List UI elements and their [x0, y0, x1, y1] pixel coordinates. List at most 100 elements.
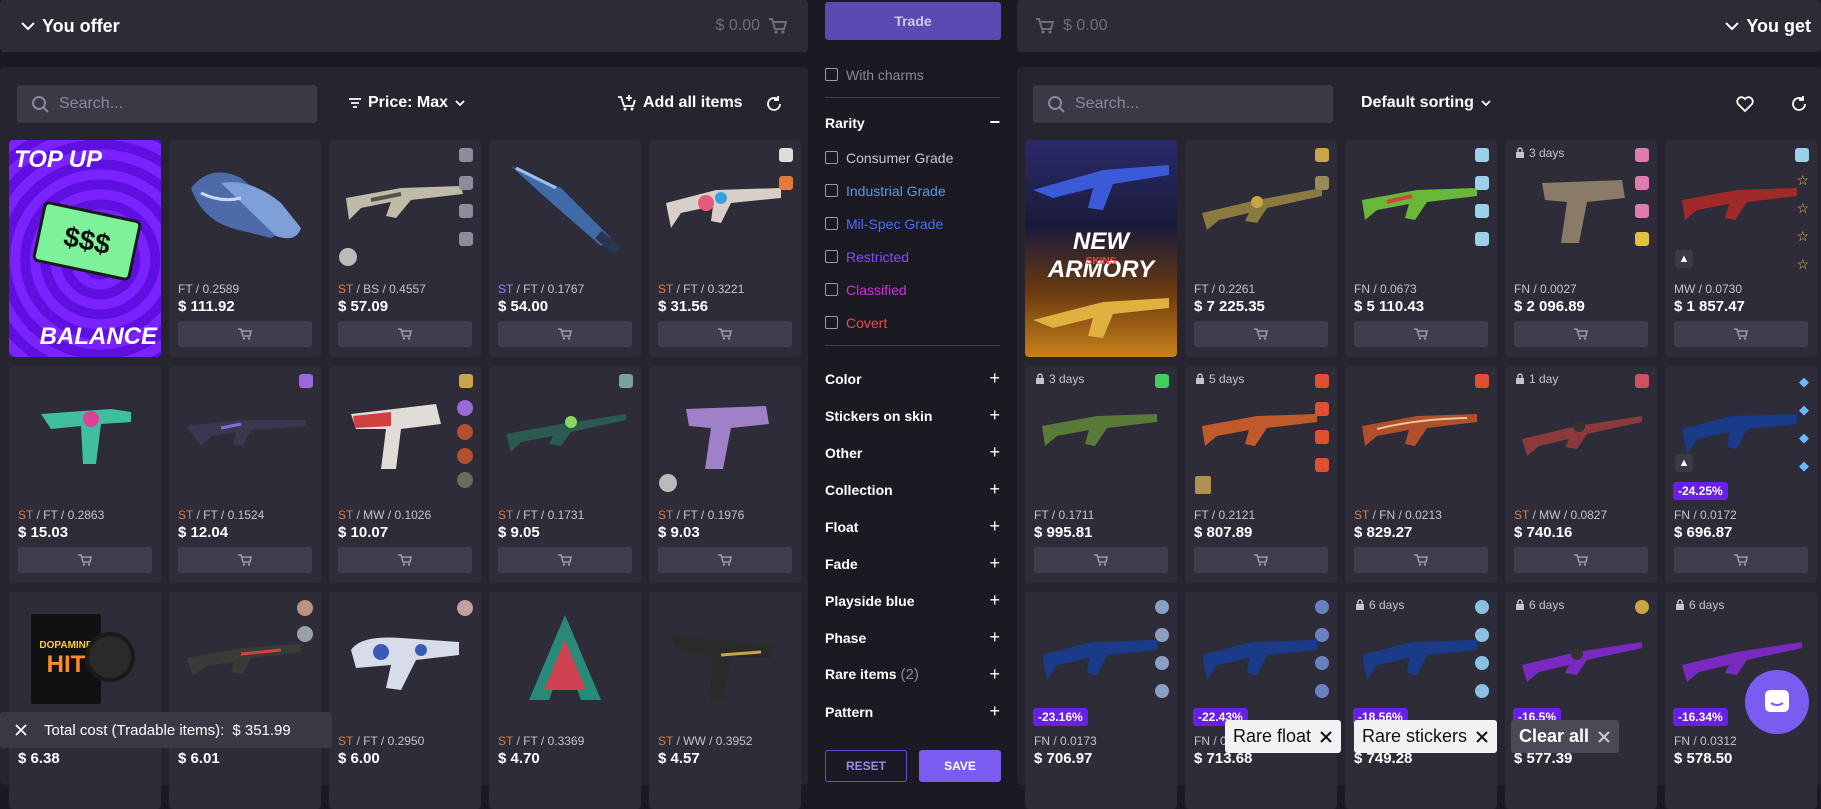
get-item-card[interactable]: ◆ ◆ ◆ ◆ ▲ -24.25% FN / 0.0172 $ 696.87: [1665, 366, 1817, 583]
get-item-card[interactable]: FN / 0.0673 $ 5 110.43: [1345, 140, 1497, 357]
get-item-card[interactable]: 3 days FT / 0.1711 $ 995.81: [1025, 366, 1177, 583]
filter-group-stickers[interactable]: Stickers on skin +: [810, 397, 1010, 434]
add-all-items-button[interactable]: Add all items: [617, 94, 743, 112]
offer-item-card[interactable]: ST / FT / 0.2950 $ 6.00: [329, 592, 481, 809]
sticker-icon: [457, 472, 473, 488]
offer-item-card[interactable]: ST / FT / 0.1524 $ 12.04: [169, 366, 321, 583]
close-icon[interactable]: [1475, 730, 1489, 744]
with-charms-checkbox[interactable]: With charms: [810, 58, 1010, 91]
get-item-card[interactable]: -22.43% FN / 0 $ 713.68: [1185, 592, 1337, 809]
offer-item-card[interactable]: ST / FT / 0.2863 $ 15.03: [9, 366, 161, 583]
rarity-industrial-checkbox[interactable]: Industrial Grade: [810, 174, 1010, 207]
offer-item-card[interactable]: ST / FT / 0.3369 $ 4.70: [489, 592, 641, 809]
support-chat-button[interactable]: [1745, 670, 1809, 734]
add-to-cart-button[interactable]: [1674, 321, 1808, 347]
add-to-cart-button[interactable]: [338, 321, 472, 347]
sticker-icon: [1315, 684, 1329, 698]
add-to-cart-button[interactable]: [498, 321, 632, 347]
add-to-cart-button[interactable]: [1514, 321, 1648, 347]
cart-icon: [558, 328, 572, 340]
get-item-card[interactable]: 6 days -16.5% $ 577.39: [1505, 592, 1657, 809]
close-icon[interactable]: [14, 723, 28, 737]
add-to-cart-button[interactable]: [1194, 547, 1328, 573]
filter-group-pattern[interactable]: Pattern +: [810, 693, 1010, 730]
get-item-card[interactable]: FT / 0.2261 $ 7 225.35: [1185, 140, 1337, 357]
rarity-restricted-checkbox[interactable]: Restricted: [810, 240, 1010, 273]
cart-icon: [1574, 328, 1588, 340]
offer-refresh-button[interactable]: [765, 95, 783, 118]
offer-search-input[interactable]: Search...: [17, 85, 317, 123]
item-wear: FN / 0.0673: [1354, 282, 1417, 296]
offer-item-card[interactable]: ST / FT / 0.3221 $ 31.56: [649, 140, 801, 357]
item-price: $ 6.01: [178, 750, 220, 767]
add-to-cart-button[interactable]: [658, 321, 792, 347]
get-item-card[interactable]: ST / FN / 0.0213 $ 829.27: [1345, 366, 1497, 583]
reset-button[interactable]: RESET: [825, 750, 907, 782]
filter-group-phase[interactable]: Phase +: [810, 619, 1010, 656]
chip-rare-float[interactable]: Rare float: [1225, 720, 1342, 753]
add-to-cart-button[interactable]: [1354, 547, 1488, 573]
new-armory-banner[interactable]: NEW ARMORY SKINS: [1025, 140, 1177, 357]
add-to-cart-button[interactable]: [1034, 547, 1168, 573]
get-header[interactable]: $ 0.00 You get: [1017, 0, 1821, 52]
get-refresh-button[interactable]: [1790, 95, 1808, 118]
offer-item-card[interactable]: ST / FT / 0.1767 $ 54.00: [489, 140, 641, 357]
offer-item-card[interactable]: ST / BS / 0.4557 $ 57.09: [329, 140, 481, 357]
get-item-card[interactable]: ☆ ☆ ☆ ☆ ▲ MW / 0.0730 $ 1 857.47: [1665, 140, 1817, 357]
offer-header[interactable]: You offer $ 0.00: [0, 0, 808, 52]
m4a4-image: [1042, 640, 1157, 680]
get-total: $ 0.00: [1063, 17, 1108, 34]
save-button[interactable]: SAVE: [919, 750, 1001, 782]
add-to-cart-button[interactable]: [18, 547, 152, 573]
offer-item-card[interactable]: ST / FT / 0.1731 $ 9.05: [489, 366, 641, 583]
offer-item-card[interactable]: ST / MW / 0.1026 $ 10.07: [329, 366, 481, 583]
offer-item-card[interactable]: ST / WW / 0.3952 $ 4.57: [649, 592, 801, 809]
add-to-cart-button[interactable]: [1674, 547, 1808, 573]
rarity-milspec-checkbox[interactable]: Mil-Spec Grade: [810, 207, 1010, 240]
top-up-balance-banner[interactable]: TOP UP $$$ BALANCE: [9, 140, 161, 357]
get-sort-dropdown[interactable]: Default sorting: [1361, 94, 1492, 112]
glock-image: [1542, 180, 1625, 243]
add-to-cart-button[interactable]: [1514, 547, 1648, 573]
offer-item-card[interactable]: FT / 0.2589 $ 111.92: [169, 140, 321, 357]
rarity-group-toggle[interactable]: Rarity −: [810, 104, 1010, 141]
item-wear: / FN / 0.0213: [1369, 508, 1442, 522]
rarity-covert-checkbox[interactable]: Covert: [810, 306, 1010, 339]
filter-group-collection[interactable]: Collection +: [810, 471, 1010, 508]
add-to-cart-button[interactable]: [178, 547, 312, 573]
rarity-consumer-checkbox[interactable]: Consumer Grade: [810, 141, 1010, 174]
add-to-cart-button[interactable]: [498, 547, 632, 573]
get-item-card[interactable]: 1 day ST / MW / 0.0827 $ 740.16: [1505, 366, 1657, 583]
filter-group-fade[interactable]: Fade +: [810, 545, 1010, 582]
add-to-cart-button[interactable]: [658, 547, 792, 573]
get-item-card[interactable]: -23.16% FN / 0.0173 $ 706.97: [1025, 592, 1177, 809]
add-to-cart-button[interactable]: [338, 547, 472, 573]
filter-group-rare-items[interactable]: Rare items (2) +: [810, 656, 1010, 693]
filter-group-other[interactable]: Other +: [810, 434, 1010, 471]
favorites-button[interactable]: [1735, 95, 1755, 118]
chip-rare-stickers[interactable]: Rare stickers: [1354, 720, 1498, 753]
offer-item-card[interactable]: ST / FT / 0.1976 $ 9.03: [649, 366, 801, 583]
sticker-icon: [1475, 204, 1489, 218]
offer-item-card[interactable]: DOPAMINE HIT $ 6.38: [9, 592, 161, 809]
get-item-card[interactable]: 3 days FN / 0.0027 $ 2 096.89: [1505, 140, 1657, 357]
close-icon[interactable]: [1319, 730, 1333, 744]
clear-all-button[interactable]: Clear all: [1511, 720, 1620, 753]
filter-group-label: Collection: [825, 481, 893, 498]
filter-group-playside-blue[interactable]: Playside blue +: [810, 582, 1010, 619]
get-search-input[interactable]: Search...: [1033, 85, 1333, 123]
add-to-cart-button[interactable]: [1354, 321, 1488, 347]
filter-group-label: Rare items: [825, 666, 897, 682]
add-to-cart-button[interactable]: [178, 321, 312, 347]
filter-group-color[interactable]: Color +: [810, 360, 1010, 397]
get-item-card[interactable]: 6 days -18.56% $ 749.28: [1345, 592, 1497, 809]
rarity-classified-checkbox[interactable]: Classified: [810, 273, 1010, 306]
m4a4-image: [1682, 414, 1797, 454]
offer-sort-dropdown[interactable]: Price: Max: [348, 94, 466, 112]
get-item-card[interactable]: 5 days FT / 0.2121 $ 807.89: [1185, 366, 1337, 583]
add-to-cart-button[interactable]: [1194, 321, 1328, 347]
refresh-icon: [1792, 96, 1806, 111]
offer-item-card[interactable]: $ 6.01: [169, 592, 321, 809]
filter-group-float[interactable]: Float +: [810, 508, 1010, 545]
rarity-label: Covert: [846, 314, 888, 331]
